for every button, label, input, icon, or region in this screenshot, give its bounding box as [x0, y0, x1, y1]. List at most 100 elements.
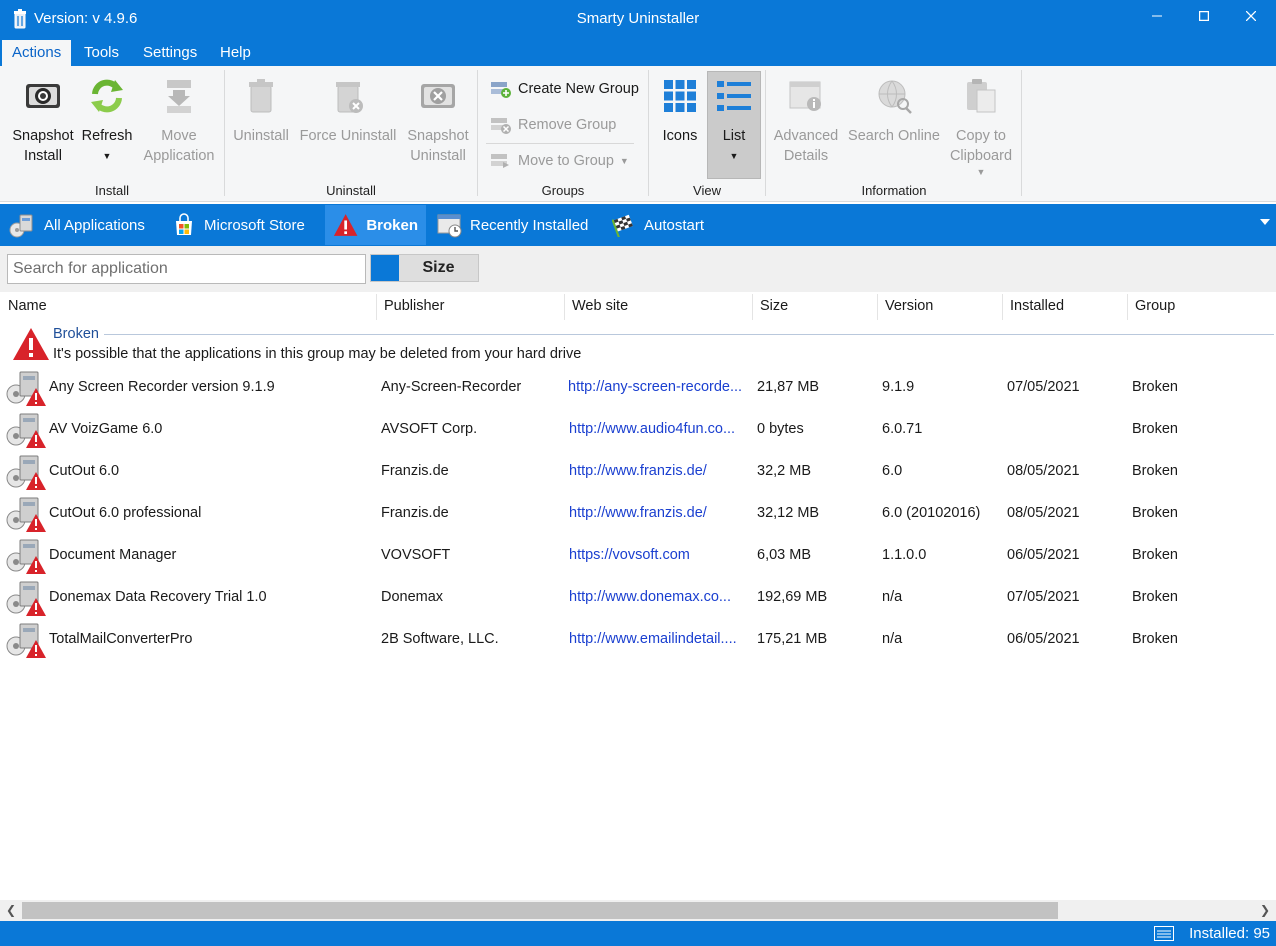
list-view-dropdown-icon[interactable]: ▼ — [707, 150, 761, 162]
move-application-label-2: Application — [143, 148, 215, 164]
menu-actions[interactable]: Actions — [2, 40, 72, 66]
table-header: Name Publisher Web site Size Version Ins… — [0, 292, 1276, 322]
scroll-left-icon[interactable]: ❮ — [6, 903, 16, 917]
app-website[interactable]: http://www.franzis.de/ — [569, 505, 751, 521]
snapshot-uninstall-button[interactable]: Snapshot Uninstall — [402, 76, 474, 166]
refresh-dropdown-icon[interactable]: ▼ — [80, 150, 134, 162]
menu-help[interactable]: Help — [210, 40, 261, 66]
icons-view-button[interactable]: Icons — [656, 76, 704, 146]
groups-group-label: Groups — [541, 183, 585, 198]
move-to-group-label: Move to Group — [518, 153, 614, 169]
view-group-label: View — [693, 183, 721, 198]
app-installed-date: 08/05/2021 — [1007, 505, 1080, 521]
window-title: Smarty Uninstaller — [576, 10, 700, 27]
table-row[interactable]: AV VoizGame 6.0 AVSOFT Corp. http://www.… — [0, 409, 1276, 451]
app-website[interactable]: https://vovsoft.com — [569, 547, 751, 563]
grid-icon — [664, 80, 696, 112]
title-bar: Version: v 4.9.6 Smarty Uninstaller — [0, 0, 1276, 38]
table-row[interactable]: TotalMailConverterPro 2B Software, LLC. … — [0, 619, 1276, 661]
menu-bar: Actions Tools Settings Help — [0, 38, 1276, 66]
tab-autostart[interactable]: Autostart — [604, 205, 712, 245]
column-website[interactable]: Web site — [564, 292, 752, 322]
group-title[interactable]: Broken — [53, 326, 99, 342]
app-website[interactable]: http://any-screen-recorde... — [568, 379, 750, 395]
scroll-right-icon[interactable]: ❯ — [1260, 903, 1270, 917]
tab-microsoft-store[interactable]: Microsoft Store — [164, 205, 313, 245]
uninstall-group-label: Uninstall — [326, 183, 376, 198]
tab-broken[interactable]: Broken — [325, 205, 426, 245]
remove-group-button[interactable]: Remove Group — [490, 112, 616, 138]
app-name: Any Screen Recorder version 9.1.9 — [49, 379, 275, 395]
remove-group-icon — [491, 118, 511, 134]
app-group: Broken — [1132, 589, 1178, 605]
broken-app-icon — [6, 497, 46, 533]
size-sort-button[interactable]: Size — [370, 254, 479, 282]
tabs-dropdown-icon[interactable] — [1260, 218, 1270, 226]
column-group[interactable]: Group — [1127, 292, 1276, 322]
search-online-label: Search Online — [848, 128, 940, 144]
app-website[interactable]: http://www.donemax.co... — [569, 589, 751, 605]
app-website[interactable]: http://www.emailindetail.... — [569, 631, 749, 647]
app-name: Donemax Data Recovery Trial 1.0 — [49, 589, 267, 605]
app-group: Broken — [1132, 379, 1178, 395]
create-group-icon — [491, 82, 511, 98]
app-publisher: Donemax — [381, 589, 444, 605]
tab-recently-installed-label: Recently Installed — [470, 216, 589, 234]
column-version[interactable]: Version — [877, 292, 1002, 322]
copy-to-clipboard-label-2: Clipboard — [949, 148, 1013, 164]
table-row[interactable]: Any Screen Recorder version 9.1.9 Any-Sc… — [0, 367, 1276, 409]
app-version: n/a — [882, 589, 903, 605]
app-version: 6.0 (20102016) — [882, 505, 981, 521]
column-size[interactable]: Size — [752, 292, 877, 322]
app-installed-date: 06/05/2021 — [1007, 547, 1080, 563]
app-name: Document Manager — [49, 547, 177, 563]
snapshot-install-button[interactable]: Snapshot Install — [6, 76, 80, 166]
ribbon: Snapshot Install Refresh ▼ Move Applicat… — [0, 66, 1276, 202]
move-to-group-button[interactable]: Move to Group ▼ — [490, 148, 629, 174]
scrollbar-thumb[interactable] — [22, 902, 1058, 919]
menu-settings[interactable]: Settings — [133, 40, 207, 66]
search-toolbar: Size — [0, 246, 1276, 292]
trash-icon — [249, 79, 273, 113]
uninstall-button[interactable]: Uninstall — [230, 76, 292, 146]
search-input[interactable] — [7, 254, 366, 284]
move-to-group-dropdown-icon: ▼ — [619, 156, 629, 166]
move-application-button[interactable]: Move Application — [138, 76, 220, 166]
table-row[interactable]: Donemax Data Recovery Trial 1.0 Donemax … — [0, 577, 1276, 619]
menu-tools[interactable]: Tools — [74, 40, 129, 66]
groups-divider — [486, 143, 634, 144]
table-row[interactable]: Document Manager VOVSOFT https://vovsoft… — [0, 535, 1276, 577]
app-name: CutOut 6.0 professional — [49, 505, 202, 521]
app-size: 32,2 MB — [757, 463, 811, 479]
column-publisher[interactable]: Publisher — [376, 292, 564, 322]
app-installed-date: 08/05/2021 — [1007, 463, 1080, 479]
column-installed[interactable]: Installed — [1002, 292, 1127, 322]
copy-to-clipboard-button[interactable]: Copy to Clipboard ▼ — [944, 76, 1018, 178]
app-website[interactable]: http://www.audio4fun.co... — [569, 421, 751, 437]
app-website[interactable]: http://www.franzis.de/ — [569, 463, 751, 479]
advanced-details-button[interactable]: Advanced Details — [770, 76, 842, 166]
force-uninstall-button[interactable]: Force Uninstall — [296, 76, 400, 146]
app-installed-date: 07/05/2021 — [1007, 379, 1080, 395]
list-view-content[interactable]: List ▼ — [707, 76, 761, 162]
create-new-group-button[interactable]: Create New Group — [490, 76, 639, 102]
app-size: 6,03 MB — [757, 547, 811, 563]
recently-installed-icon — [437, 214, 462, 238]
tab-all-applications[interactable]: All Applications — [0, 205, 153, 245]
ribbon-separator — [1021, 70, 1022, 196]
horizontal-scrollbar[interactable]: ❮ ❯ — [0, 900, 1276, 921]
refresh-button[interactable]: Refresh ▼ — [80, 76, 134, 162]
copy-dropdown-icon[interactable]: ▼ — [944, 166, 1018, 178]
app-version: 6.0.71 — [882, 421, 923, 437]
maximize-button[interactable] — [1181, 0, 1227, 32]
search-online-button[interactable]: Search Online — [844, 76, 944, 146]
table-row[interactable]: CutOut 6.0 Franzis.de http://www.franzis… — [0, 451, 1276, 493]
table-row[interactable]: CutOut 6.0 professional Franzis.de http:… — [0, 493, 1276, 535]
refresh-label: Refresh — [81, 128, 133, 144]
move-application-icon — [167, 80, 191, 113]
status-bar: Installed: 95 — [0, 921, 1276, 946]
column-name[interactable]: Name — [0, 292, 376, 322]
minimize-button[interactable] — [1134, 0, 1180, 32]
close-button[interactable] — [1228, 0, 1274, 32]
tab-recently-installed[interactable]: Recently Installed — [428, 205, 596, 245]
